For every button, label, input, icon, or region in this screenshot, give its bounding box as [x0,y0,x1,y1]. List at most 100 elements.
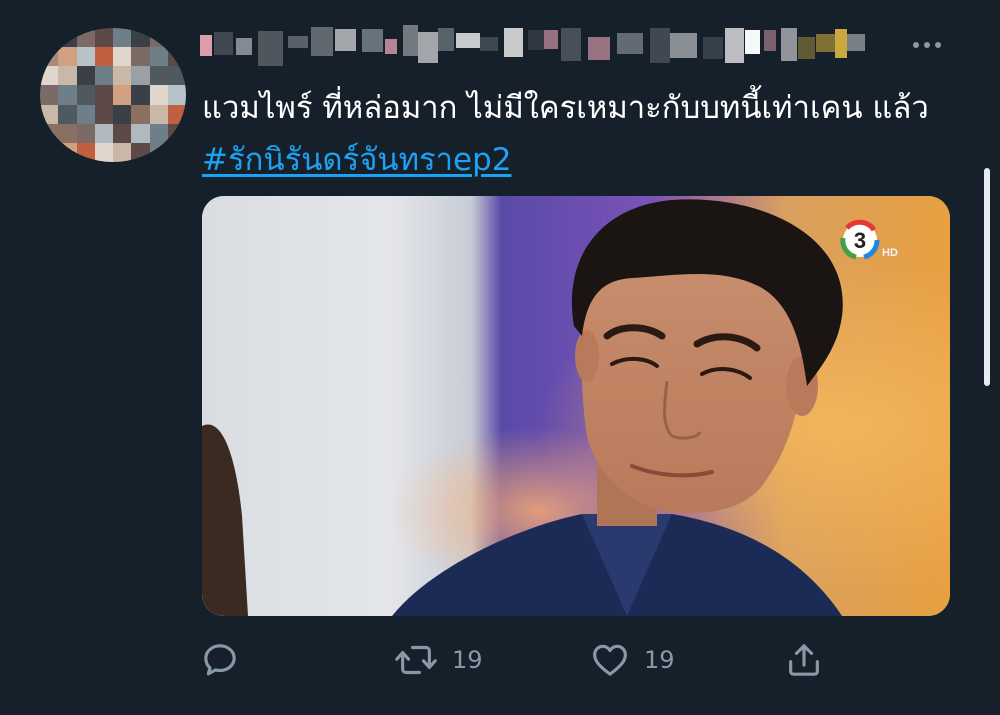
avatar-pixel [113,85,132,105]
avatar-pixel [113,104,132,124]
username-pixel [528,29,544,50]
retweet-button[interactable]: 19 [394,636,483,684]
avatar-pixel [58,123,77,143]
username-pixel [385,38,397,54]
username-pixel [335,28,356,51]
username-pixel [745,30,760,55]
tweet: แวมไพร์ ที่หล่อมาก ไม่มีใครเหมาะกับบทนี้… [0,0,1000,715]
avatar-pixel [76,142,95,162]
retweet-count: 19 [452,646,483,674]
avatar-pixel [40,66,59,86]
more-dot-icon [935,42,941,48]
avatar-pixel [131,66,150,86]
avatar-pixel [40,28,59,48]
reply-icon [204,644,236,676]
avatar-pixel [113,142,132,162]
avatar-pixel [149,142,168,162]
avatar-pixel [149,28,168,48]
username-pixel [456,33,480,49]
username-pixel [236,37,252,55]
avatar-pixel [167,85,186,105]
like-count: 19 [644,646,675,674]
username-pixel [200,35,212,57]
more-options-button[interactable] [904,30,950,60]
username-pixel [650,27,670,63]
username-pixel [847,34,865,52]
username-pixel [544,29,558,49]
channel-hd-badge: HD [882,247,898,259]
channel-number: 3 [854,228,866,253]
tweet-body: แวมไพร์ ที่หล่อมาก ไม่มีใครเหมาะกับบทนี้… [202,90,929,126]
avatar-pixel [94,85,113,105]
avatar-pixel [113,28,132,48]
avatar-pixel [58,66,77,86]
avatar-pixel [76,85,95,105]
username-pixel [418,31,438,63]
username-pixel [288,36,308,49]
username-pixel [798,36,815,59]
avatar-pixel [149,123,168,143]
username-pixel [311,27,333,57]
avatar-pixel [131,28,150,48]
avatar-pixel [40,104,59,124]
reply-button[interactable] [200,636,240,684]
avatar-pixel [94,142,113,162]
avatar-pixel [94,104,113,124]
avatar-pixel [167,47,186,67]
tweet-media-image[interactable]: 3 HD [202,196,950,616]
avatar-pixel [131,123,150,143]
avatar-pixel [149,104,168,124]
avatar-pixel [58,28,77,48]
media-photo: 3 HD [202,196,950,616]
tweet-text: แวมไพร์ ที่หล่อมาก ไม่มีใครเหมาะกับบทนี้… [202,82,962,186]
avatar-pixel [40,85,59,105]
username-pixel [588,36,610,60]
username-pixel [781,28,797,62]
username-pixel [480,36,498,51]
avatar-pixel [131,104,150,124]
avatar-pixel [94,28,113,48]
avatar-pixel [113,123,132,143]
avatar-pixel [131,47,150,67]
username-pixel [764,30,776,52]
avatar-pixel [167,66,186,86]
censored-username[interactable] [200,22,880,66]
like-button[interactable]: 19 [590,636,675,684]
avatar-pixel [167,123,186,143]
avatar-pixel [76,47,95,67]
username-pixel [438,28,454,52]
avatar-pixel [94,123,113,143]
avatar-pixel [40,123,59,143]
username-pixel [835,29,847,59]
avatar-pixel [149,85,168,105]
hashtag-link[interactable]: #รักนิรันดร์จันทราep2 [202,142,512,178]
avatar-pixel [40,47,59,67]
avatar-pixel [113,66,132,86]
username-pixel [617,33,643,55]
username-pixel [504,27,523,57]
avatar-pixel [131,142,150,162]
avatar-pixel [167,142,186,162]
more-dot-icon [924,42,930,48]
username-pixel [703,36,723,59]
scrollbar-thumb[interactable] [984,168,990,386]
username-pixel [214,31,233,55]
username-pixel [258,30,283,66]
avatar-pixel [149,47,168,67]
username-pixel [725,28,744,64]
avatar-pixel [94,47,113,67]
share-button[interactable] [784,636,824,684]
share-icon [789,644,819,676]
username-pixel [561,27,581,61]
retweet-icon [395,645,437,675]
avatar-pixel [58,85,77,105]
avatar-pixel [40,142,59,162]
avatar-pixel [58,47,77,67]
avatar[interactable] [40,28,186,162]
avatar-pixel [58,142,77,162]
avatar-pixel [76,28,95,48]
tweet-actions: 19 19 [200,636,960,684]
avatar-pixel [149,66,168,86]
avatar-pixel [76,104,95,124]
avatar-pixel [167,104,186,124]
